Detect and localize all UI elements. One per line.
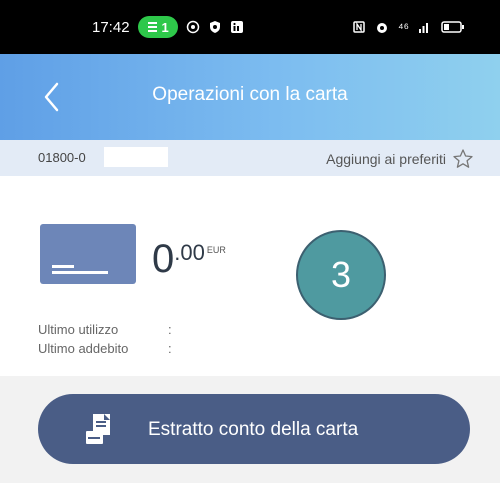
status-time: 17:42: [92, 18, 130, 36]
page-title: Operazioni con la carta: [152, 84, 348, 105]
add-to-favorites-button[interactable]: Aggiungi ai preferiti: [326, 148, 474, 170]
card-statement-label: Estratto conto della carta: [148, 419, 359, 440]
linkedin-icon: [230, 21, 243, 33]
whatsapp-icon: [186, 20, 200, 34]
card-icon: [40, 224, 136, 284]
card-line: [52, 265, 74, 268]
status-bar: 17:42 1 ⁴⁶: [0, 0, 500, 54]
balance-decimal: .00: [174, 240, 205, 265]
balance-integer: 0: [152, 237, 175, 281]
stack-icon: [147, 22, 157, 32]
card-number-strip: 01800-0 Aggiungi ai preferiti: [0, 140, 500, 176]
last-charge-row: Ultimo addebito :: [38, 339, 172, 358]
status-left: 17:42 1: [92, 13, 244, 41]
shield-icon: [209, 21, 220, 33]
last-use-label: Ultimo utilizzo: [38, 322, 119, 337]
last-charge-value: :: [168, 341, 172, 356]
card-statement-button[interactable]: Estratto conto della carta: [38, 394, 470, 464]
card-usage-info: Ultimo utilizzo : Ultimo addebito :: [38, 320, 172, 358]
card-number: 01800-0: [38, 150, 86, 165]
last-charge-label: Ultimo addebito: [38, 341, 129, 356]
last-use-row: Ultimo utilizzo :: [38, 320, 172, 339]
redaction-block: [104, 147, 168, 167]
notification-count: 1: [161, 19, 169, 35]
network-label: ⁴⁶: [398, 19, 409, 35]
app-header: Operazioni con la carta: [0, 54, 500, 140]
nfc-icon: [353, 21, 365, 33]
last-use-value: :: [168, 322, 172, 337]
alarm-icon: [377, 23, 387, 33]
battery-icon: [441, 21, 464, 33]
step-number-badge: 3: [296, 230, 386, 320]
card-line: [52, 271, 108, 274]
documents-icon: [86, 414, 110, 444]
notification-pill: 1: [137, 16, 178, 38]
star-icon: [453, 149, 473, 168]
balance: 0 .00 EUR: [152, 236, 226, 282]
signal-icon: [418, 23, 428, 33]
balance-currency: EUR: [206, 245, 226, 255]
status-right: ⁴⁶: [352, 13, 465, 41]
favorites-label: Aggiungi ai preferiti: [326, 151, 446, 167]
